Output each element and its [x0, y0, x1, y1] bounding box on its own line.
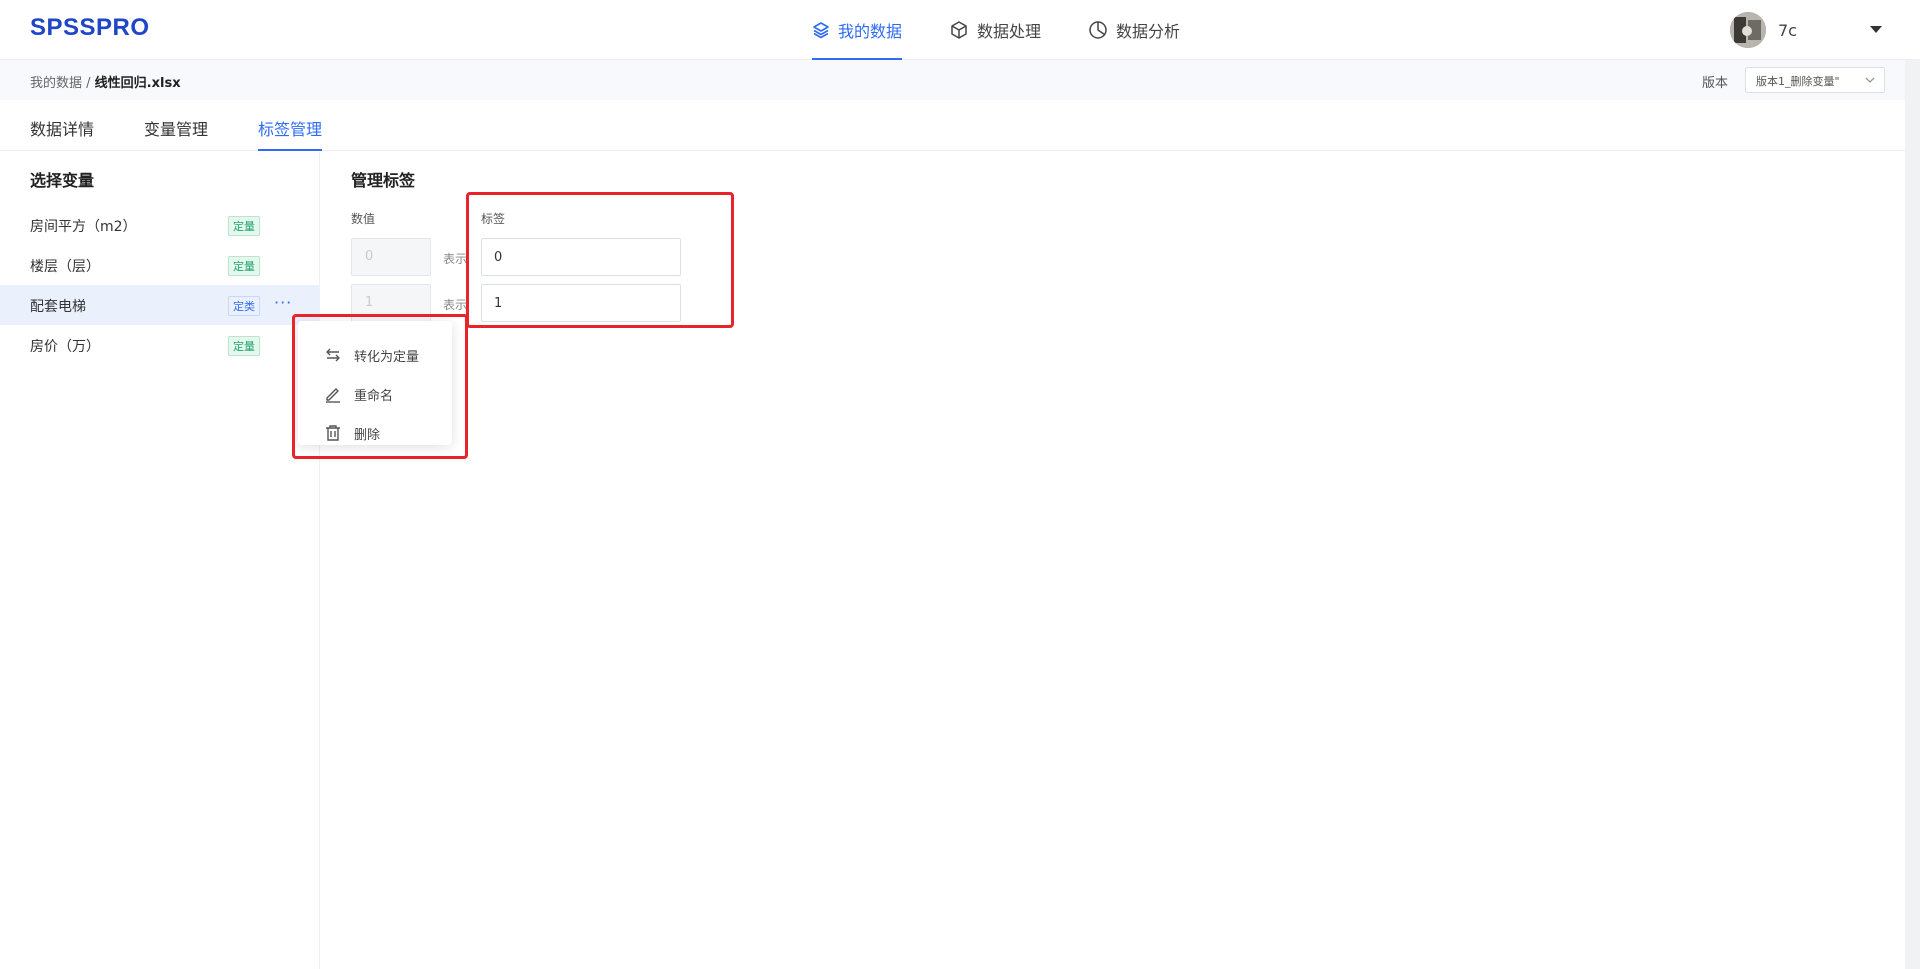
tab-data-details[interactable]: 数据详情: [30, 116, 94, 151]
variable-name: 楼层（层）: [30, 259, 100, 275]
caret-down-icon[interactable]: [1870, 26, 1882, 33]
avatar[interactable]: [1730, 12, 1766, 48]
value-field: 0: [351, 238, 431, 276]
variable-type-badge: 定量: [228, 256, 260, 276]
variable-name: 房价（万）: [30, 339, 100, 355]
version-select[interactable]: 版本1_删除变量": [1745, 67, 1885, 93]
tab-bar: 数据详情 变量管理 标签管理: [0, 100, 1920, 151]
menu-item-delete[interactable]: 删除: [324, 419, 380, 447]
nav-data-processing-label: 数据处理: [977, 22, 1042, 41]
more-options-icon[interactable]: ···: [274, 293, 292, 312]
variable-item[interactable]: 房价（万） 定量: [0, 325, 320, 365]
breadcrumb-bar: 我的数据 / 线性回归.xlsx 版本: [0, 60, 1920, 100]
page: SPSSPRO 我的数据 数据处理 数据分析 7c 我的数据 / 线性回归.xl…: [0, 0, 1920, 969]
menu-item-label: 转化为定量: [354, 349, 420, 365]
breadcrumb-separator: /: [82, 76, 95, 91]
pie-chart-icon: [1089, 21, 1107, 39]
tab-label-management[interactable]: 标签管理: [258, 116, 323, 151]
nav-data-processing[interactable]: 数据处理: [949, 0, 1041, 60]
sidebar-title: 选择变量: [30, 171, 95, 190]
variable-item-selected[interactable]: 配套电梯 定类 ···: [0, 285, 320, 325]
app-logo[interactable]: SPSSPRO: [30, 14, 150, 42]
represents-text: 表示: [443, 298, 468, 312]
version-selected-value: 版本1_删除变量": [1756, 75, 1840, 88]
breadcrumb-root[interactable]: 我的数据: [30, 76, 82, 91]
variable-item[interactable]: 房间平方（m2） 定量: [0, 205, 320, 245]
user-menu[interactable]: 7c: [1730, 12, 1797, 48]
nav-my-data-label: 我的数据: [838, 22, 903, 41]
variable-name: 配套电梯: [30, 299, 86, 315]
cube-icon: [951, 21, 967, 39]
variable-name: 房间平方（m2）: [30, 219, 137, 235]
version-label: 版本: [1702, 76, 1729, 91]
variable-sidebar: 选择变量 房间平方（m2） 定量 楼层（层） 定量 配套电梯 定类 ··· 房价…: [0, 152, 320, 969]
variable-item[interactable]: 楼层（层） 定量: [0, 245, 320, 285]
variable-type-badge: 定量: [228, 216, 260, 236]
username: 7c: [1778, 20, 1797, 40]
value-field: 1: [351, 284, 431, 322]
breadcrumb-file: 线性回归.xlsx: [94, 76, 181, 91]
tab-variable-management[interactable]: 变量管理: [144, 116, 208, 151]
trash-icon: [326, 425, 340, 441]
represents-text: 表示: [443, 252, 468, 266]
menu-item-rename[interactable]: 重命名: [324, 380, 393, 408]
pencil-icon: [326, 388, 340, 403]
label-input[interactable]: [481, 284, 681, 322]
breadcrumb: 我的数据 / 线性回归.xlsx: [30, 72, 181, 91]
variable-type-badge: 定量: [228, 336, 260, 356]
layers-icon: [813, 22, 829, 39]
menu-item-label: 删除: [354, 427, 381, 443]
main-nav: 我的数据 数据处理 数据分析: [812, 0, 1227, 60]
label-column-header: 标签: [481, 212, 506, 226]
nav-data-analysis-label: 数据分析: [1116, 22, 1181, 41]
variable-type-badge: 定类: [228, 296, 260, 316]
value-column-header: 数值: [351, 212, 376, 226]
nav-data-analysis[interactable]: 数据分析: [1088, 0, 1180, 60]
menu-item-label: 重命名: [354, 388, 394, 404]
vertical-scrollbar[interactable]: [1905, 60, 1920, 969]
nav-my-data[interactable]: 我的数据: [812, 0, 903, 60]
top-bar: SPSSPRO 我的数据 数据处理 数据分析 7c: [0, 0, 1920, 60]
menu-item-convert-to-quantitative[interactable]: 转化为定量: [324, 341, 419, 369]
manage-labels-title: 管理标签: [351, 171, 416, 190]
swap-arrows-icon: [326, 348, 340, 362]
variable-context-menu: 转化为定量 重命名 删除: [298, 321, 452, 445]
label-input[interactable]: [481, 238, 681, 276]
chevron-down-icon: [1865, 77, 1875, 83]
